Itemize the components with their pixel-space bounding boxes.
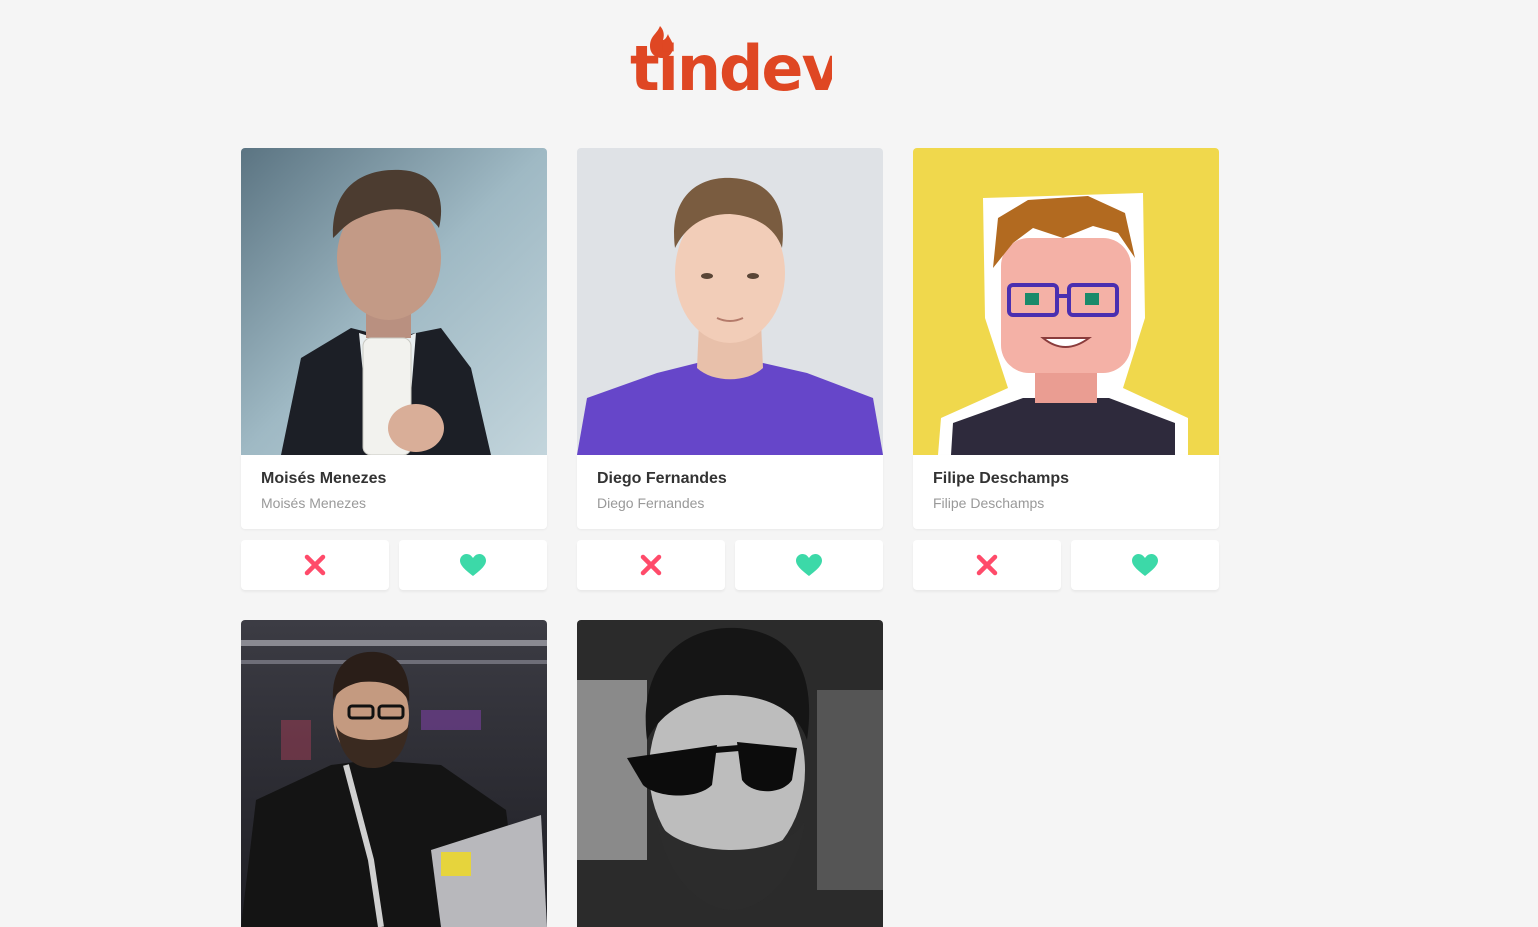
developer-bio: Moisés Menezes [261,495,367,511]
developer-card: Diego Fernandes Diego Fernandes [577,148,883,590]
card-actions [241,540,547,590]
developers-list: Moisés Menezes Moisés Menezes Diego Fern… [241,148,1221,927]
developer-card: Filipe Deschamps Filipe Deschamps [913,148,1219,590]
heart-icon [796,553,822,576]
heart-icon [460,553,486,576]
tindev-logo: tindev [630,26,832,96]
avatar [577,620,883,927]
like-button[interactable] [399,540,547,590]
avatar [241,148,547,455]
developer-bio: Filipe Deschamps [933,495,1045,511]
avatar [241,620,547,927]
card-actions [913,540,1219,590]
close-icon [640,554,662,576]
avatar [577,148,883,455]
developer-name: Diego Fernandes [597,470,727,487]
close-icon [976,554,998,576]
developer-name: Moisés Menezes [261,470,387,487]
like-button[interactable] [1071,540,1219,590]
developer-card [241,620,547,927]
developer-card: Moisés Menezes Moisés Menezes [241,148,547,590]
like-button[interactable] [735,540,883,590]
developer-card [577,620,883,927]
developer-bio: Diego Fernandes [597,495,705,511]
dislike-button[interactable] [577,540,725,590]
close-icon [304,554,326,576]
dislike-button[interactable] [241,540,389,590]
developer-info: Moisés Menezes Moisés Menezes [241,455,547,529]
avatar [913,148,1219,455]
heart-icon [1132,553,1158,576]
dislike-button[interactable] [913,540,1061,590]
developer-info: Filipe Deschamps Filipe Deschamps [913,455,1219,529]
logo-text: tindev [630,32,832,96]
developer-name: Filipe Deschamps [933,470,1070,487]
developer-info: Diego Fernandes Diego Fernandes [577,455,883,529]
card-actions [577,540,883,590]
